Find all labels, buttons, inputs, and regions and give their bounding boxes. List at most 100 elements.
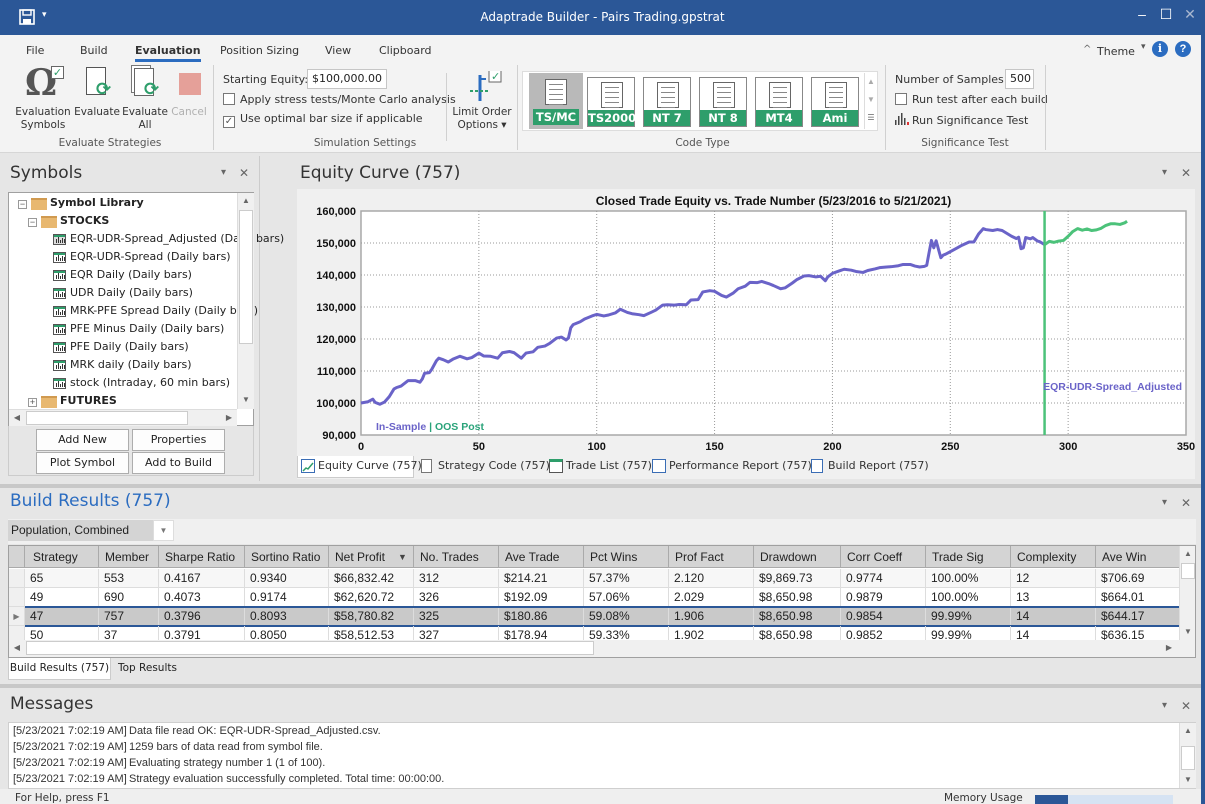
tree-node-futures[interactable]: FUTURES (60, 394, 117, 407)
table-cell[interactable]: 12 (1011, 569, 1096, 588)
gallery-up-icon[interactable]: ▲ (865, 73, 877, 91)
theme-dropdown-icon[interactable]: ▾ (1141, 42, 1146, 52)
table-cell[interactable]: 100.00% (926, 569, 1011, 588)
table-cell[interactable]: 326 (414, 588, 499, 607)
column-header[interactable]: Strategy (25, 546, 99, 568)
add-to-build-button[interactable]: Add to Build (132, 452, 225, 474)
sort-descending-icon[interactable]: ▼ (398, 552, 407, 562)
gallery-more-icon[interactable]: ☰ (865, 109, 877, 127)
symbol-tree[interactable]: − Symbol Library − STOCKS EQR-UDR-Spread… (8, 192, 284, 426)
scroll-right-icon[interactable]: ▶ (1161, 640, 1177, 656)
table-cell[interactable]: 0.9774 (841, 569, 926, 588)
tree-node-symbol[interactable]: MRK-PFE Spread Daily (Daily bars) (70, 304, 258, 317)
theme-menu[interactable]: Theme (1097, 45, 1135, 58)
tree-node-symbol[interactable]: EQR Daily (Daily bars) (70, 268, 192, 281)
plot-symbol-button[interactable]: Plot Symbol (36, 452, 129, 474)
collapse-icon[interactable]: − (18, 200, 27, 209)
column-header[interactable]: Prof Fact (669, 546, 754, 568)
table-cell[interactable]: 13 (1011, 588, 1096, 607)
panel-close-icon[interactable]: ✕ (1181, 496, 1191, 510)
table-cell[interactable]: $9,869.73 (754, 569, 841, 588)
horizontal-splitter[interactable] (0, 684, 1205, 688)
tab-strategy-code[interactable]: Strategy Code (757) (418, 456, 550, 478)
run-significance-test-button[interactable]: Run Significance Test (895, 113, 1028, 127)
row-header[interactable] (9, 588, 25, 607)
table-cell[interactable]: 0.9879 (841, 588, 926, 607)
tab-build-report[interactable]: Build Report (757) (808, 456, 929, 478)
scroll-up-icon[interactable]: ▲ (238, 193, 254, 209)
table-cell[interactable]: $664.01 (1096, 588, 1181, 607)
build-results-grid[interactable]: Strategy Member Sharpe Ratio Sortino Ratio N… (8, 545, 1196, 658)
population-filter-select[interactable]: Population, Combined (8, 520, 153, 541)
help-icon[interactable]: ? (1175, 41, 1191, 57)
column-header[interactable]: Member (99, 546, 159, 568)
chevron-down-icon[interactable]: ▼ (153, 520, 174, 541)
column-header[interactable]: Corr Coeff (841, 546, 926, 568)
column-header[interactable]: Drawdown (754, 546, 841, 568)
scroll-down-icon[interactable]: ▼ (238, 392, 254, 408)
table-cell[interactable]: $706.69 (1096, 569, 1181, 588)
table-cell[interactable]: 553 (99, 569, 159, 588)
ribbon-tab-view[interactable]: View (325, 44, 351, 57)
column-header[interactable]: Sharpe Ratio (159, 546, 245, 568)
tree-vertical-scrollbar[interactable]: ▲ ▼ (237, 193, 254, 409)
tree-node-symbol[interactable]: stock (Intraday, 60 min bars) (70, 376, 230, 389)
panel-dropdown-icon[interactable]: ▾ (1162, 497, 1167, 508)
table-cell[interactable]: 57.06% (584, 588, 669, 607)
tree-node-symbol[interactable]: PFE Minus Daily (Daily bars) (70, 322, 224, 335)
code-type-mt4[interactable]: MT4 (755, 77, 803, 127)
table-cell[interactable]: 57.37% (584, 569, 669, 588)
tab-trade-list[interactable]: Trade List (757) (546, 456, 652, 478)
scroll-thumb[interactable] (26, 411, 188, 425)
scroll-thumb[interactable] (26, 641, 594, 655)
scroll-thumb[interactable] (239, 210, 253, 344)
evaluate-all-button[interactable]: ⟳ Evaluate All (122, 65, 168, 132)
scroll-down-icon[interactable]: ▼ (1180, 772, 1196, 788)
collapse-ribbon-icon[interactable]: ^ (1083, 44, 1091, 55)
ribbon-tab-build[interactable]: Build (80, 44, 108, 57)
code-type-ami[interactable]: Ami (811, 77, 859, 127)
tree-node-symbol[interactable]: EQR-UDR-Spread (Daily bars) (70, 250, 231, 263)
run-after-build-checkbox[interactable]: Run test after each build (895, 93, 1048, 106)
expand-icon[interactable]: + (28, 398, 37, 407)
samples-input[interactable]: 500 (1005, 69, 1034, 89)
tree-node-symbol-library[interactable]: Symbol Library (50, 196, 144, 209)
column-header[interactable]: Pct Wins (584, 546, 669, 568)
panel-dropdown-icon[interactable]: ▾ (1162, 700, 1167, 711)
table-cell[interactable]: $66,832.42 (329, 569, 414, 588)
table-cell[interactable]: 0.9340 (245, 569, 329, 588)
table-cell[interactable]: 690 (99, 588, 159, 607)
limit-order-options-button[interactable]: ✓ Limit Order Options ▾ (450, 67, 514, 132)
scroll-thumb[interactable] (1181, 746, 1195, 770)
column-header[interactable]: Ave Trade (499, 546, 584, 568)
info-icon[interactable]: i (1152, 41, 1168, 57)
panel-close-icon[interactable]: ✕ (1181, 699, 1191, 713)
table-cell[interactable]: $62,620.72 (329, 588, 414, 607)
tab-top-results[interactable]: Top Results (118, 658, 177, 680)
scroll-right-icon[interactable]: ▶ (221, 410, 237, 426)
panel-close-icon[interactable]: ✕ (1181, 166, 1191, 180)
tree-node-stocks[interactable]: STOCKS (60, 214, 109, 227)
scroll-down-icon[interactable]: ▼ (1180, 624, 1195, 640)
gallery-scroll[interactable]: ▲ ▼ ☰ (864, 73, 877, 129)
panel-dropdown-icon[interactable]: ▾ (1162, 167, 1167, 178)
grid-horizontal-scrollbar[interactable]: ◀ ▶ (9, 640, 1195, 657)
close-window-button[interactable]: ✕ (1180, 6, 1200, 23)
scroll-up-icon[interactable]: ▲ (1180, 723, 1196, 739)
table-cell[interactable]: 0.4073 (159, 588, 245, 607)
minimize-button[interactable]: – (1132, 6, 1152, 22)
stress-tests-checkbox[interactable]: Apply stress tests/Monte Carlo analysis (223, 93, 456, 106)
scroll-left-icon[interactable]: ◀ (9, 640, 25, 656)
column-header[interactable]: No. Trades (414, 546, 499, 568)
ribbon-tab-evaluation[interactable]: Evaluation (135, 44, 201, 62)
tab-performance-report[interactable]: Performance Report (757) (649, 456, 812, 478)
evaluate-button[interactable]: ⟳ Evaluate (74, 67, 120, 119)
starting-equity-input[interactable]: $100,000.00 (307, 69, 387, 89)
scroll-thumb[interactable] (1181, 563, 1195, 579)
column-header[interactable]: Ave Win (1096, 546, 1181, 568)
table-cell[interactable]: 100.00% (926, 588, 1011, 607)
properties-button[interactable]: Properties (132, 429, 225, 451)
column-header[interactable]: Sortino Ratio (245, 546, 329, 568)
tree-node-symbol[interactable]: MRK daily (Daily bars) (70, 358, 192, 371)
panel-close-icon[interactable]: ✕ (239, 166, 249, 180)
